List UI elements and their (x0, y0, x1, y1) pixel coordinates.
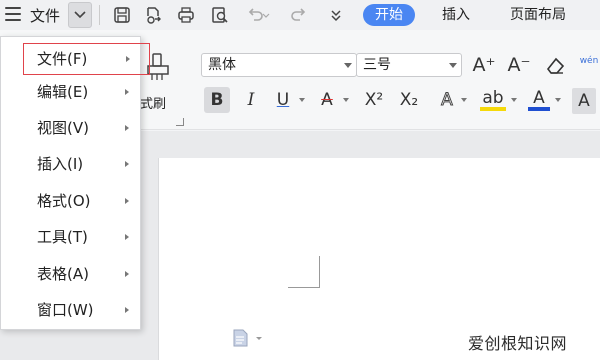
group-expand-icon[interactable] (176, 118, 184, 126)
print-icon[interactable] (176, 5, 196, 25)
char-shading-button[interactable]: A (572, 88, 596, 114)
superscript-button[interactable]: X² (360, 87, 388, 113)
strikethrough-dropdown[interactable] (340, 87, 350, 113)
chevron-down-icon (343, 98, 349, 102)
chevron-right-icon (125, 161, 129, 167)
text-effect-dropdown[interactable] (458, 87, 468, 113)
underline-button[interactable]: U (272, 87, 294, 113)
chevron-down-icon (555, 98, 561, 102)
margin-corner-mark (288, 256, 320, 288)
menu-item-file[interactable]: 文件(F) (23, 43, 150, 75)
print-preview-icon[interactable] (210, 5, 230, 25)
subscript-button[interactable]: X₂ (395, 87, 423, 113)
watermark-text: 爱创根知识网 (468, 334, 568, 353)
chevron-down-icon (344, 63, 352, 68)
font-size-value: 三号 (363, 57, 391, 73)
highlight-button[interactable]: ab (480, 87, 506, 111)
grow-font-button[interactable]: A⁺ (470, 52, 498, 78)
strikethrough-button[interactable]: A (316, 87, 338, 113)
font-name-value: 黑体 (208, 57, 236, 73)
font-size-select[interactable]: 三号 (356, 53, 462, 77)
customize-icon[interactable] (326, 5, 346, 25)
menu-item-label: 编辑(E) (37, 83, 89, 101)
chevron-down-icon (299, 98, 305, 102)
menu-item-table[interactable]: 表格(A) (1, 257, 140, 291)
menu-item-label: 工具(T) (37, 228, 88, 246)
paste-options-icon[interactable] (232, 328, 262, 348)
chevron-right-icon (125, 89, 129, 95)
menu-item-edit[interactable]: 编辑(E) (1, 75, 140, 109)
shrink-font-button[interactable]: A⁻ (505, 52, 533, 78)
chevron-down-icon (461, 98, 467, 102)
phonetic-pinyin: wén (579, 56, 599, 66)
tab-insert[interactable]: 插入 (430, 4, 482, 26)
menu-bar: 文件 开始 插入 页面布局 (0, 0, 600, 30)
phonetic-guide-button[interactable]: wén (578, 52, 600, 78)
undo-dropdown-icon[interactable] (262, 5, 270, 25)
chevron-right-icon (125, 271, 129, 277)
chevron-right-icon (125, 234, 129, 240)
menu-item-window[interactable]: 窗口(W) (1, 293, 140, 327)
clear-format-icon[interactable] (542, 53, 568, 79)
font-name-select[interactable]: 黑体 (201, 53, 357, 77)
export-icon[interactable] (143, 5, 163, 25)
italic-button[interactable]: I (240, 87, 262, 113)
file-menu-button[interactable]: 文件 (30, 5, 60, 26)
file-dropdown-toggle[interactable] (68, 2, 92, 28)
menu-item-label: 窗口(W) (37, 301, 94, 319)
file-dropdown-menu: 文件(F) 编辑(E) 视图(V) 插入(I) 格式(O) 工具(T) 表格(A… (0, 36, 150, 330)
chevron-right-icon (126, 56, 130, 62)
underline-dropdown[interactable] (296, 87, 306, 113)
redo-icon[interactable] (289, 5, 309, 25)
chevron-right-icon (125, 125, 129, 131)
menu-item-view[interactable]: 视图(V) (1, 111, 140, 145)
tab-home[interactable]: 开始 (363, 4, 415, 26)
tab-page-layout[interactable]: 页面布局 (498, 4, 578, 26)
bold-button[interactable]: B (204, 87, 230, 113)
chevron-down-icon (74, 11, 86, 19)
save-icon[interactable] (112, 5, 132, 25)
highlight-dropdown[interactable] (508, 87, 518, 113)
menu-item-format[interactable]: 格式(O) (1, 184, 140, 218)
menu-item-label: 视图(V) (37, 119, 89, 137)
chevron-down-icon (449, 63, 457, 68)
menu-item-label: 插入(I) (37, 155, 84, 173)
menu-item-label: 格式(O) (37, 192, 91, 210)
format-painter-label[interactable]: 式刷 (140, 93, 166, 112)
menu-item-label: 文件(F) (37, 50, 88, 68)
menu-item-insert[interactable]: 插入(I) (1, 147, 140, 181)
chevron-down-icon (511, 98, 517, 102)
hamburger-menu-icon[interactable] (5, 7, 21, 21)
font-color-button[interactable]: A (528, 87, 550, 111)
chevron-right-icon (125, 198, 129, 204)
text-effect-button[interactable]: A (436, 87, 458, 113)
divider (99, 5, 100, 25)
menu-item-label: 表格(A) (37, 265, 89, 283)
chevron-right-icon (125, 307, 129, 313)
menu-item-tools[interactable]: 工具(T) (1, 220, 140, 254)
font-color-dropdown[interactable] (552, 87, 562, 113)
